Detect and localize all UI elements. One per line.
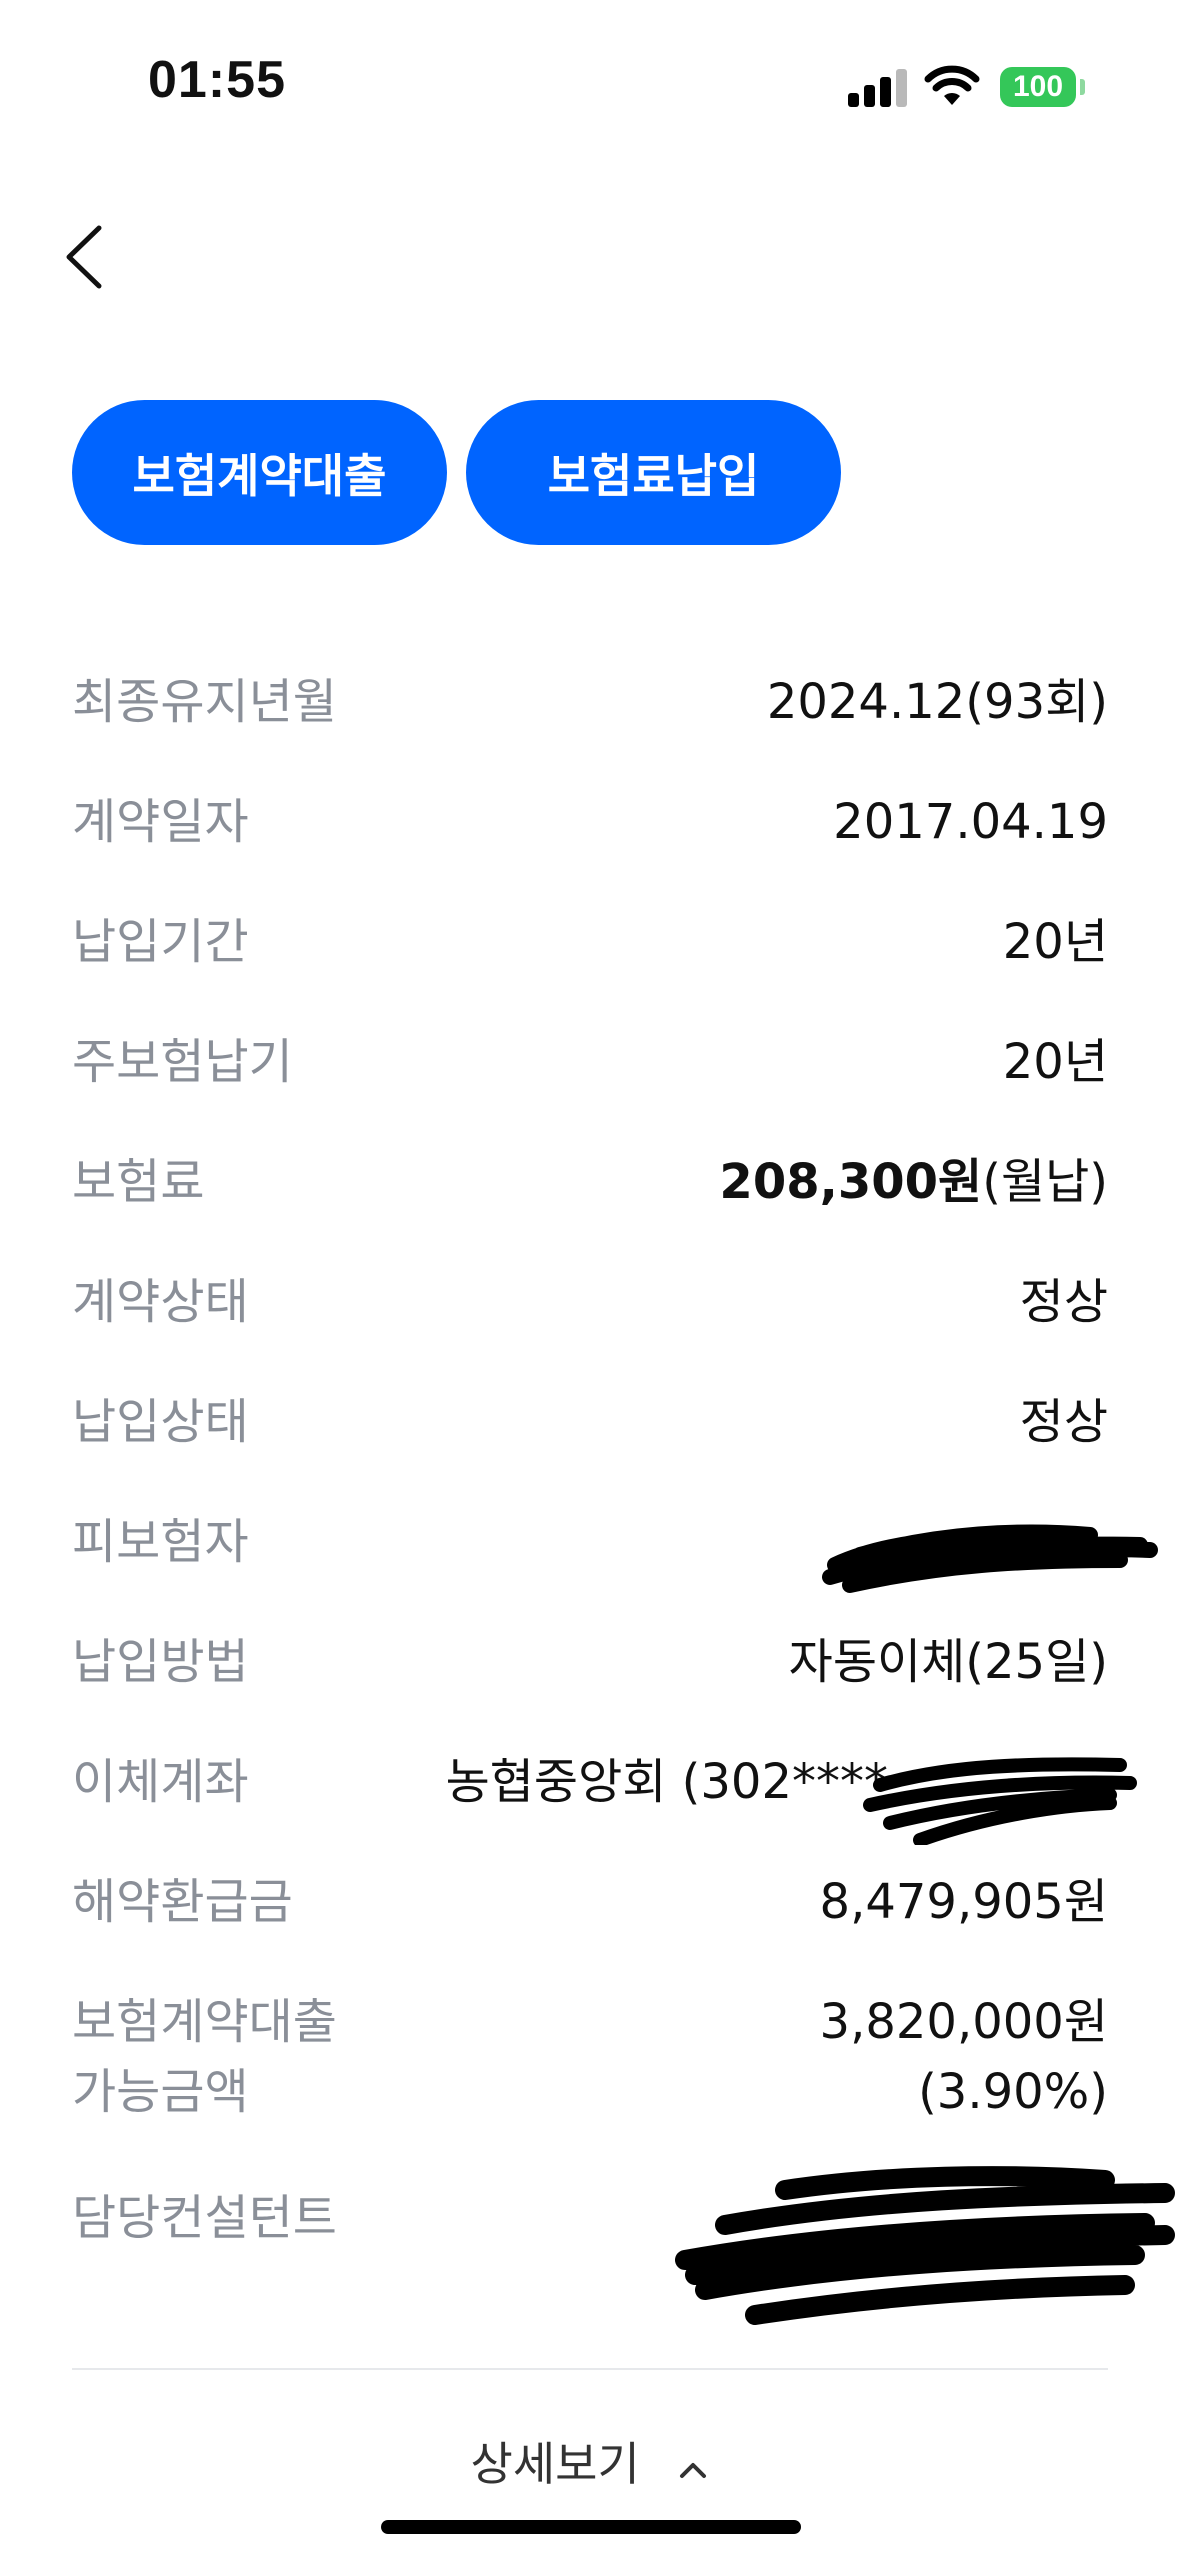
detail-toggle-button[interactable]: 상세보기 (0, 2428, 1179, 2494)
payment-method-label: 납입방법 (72, 1634, 249, 1690)
loan-available-label-line2: 가능금액 (72, 2064, 249, 2120)
transfer-account-label: 이체계좌 (72, 1754, 249, 1810)
premium-cycle: (월납) (982, 1154, 1108, 1210)
battery-icon: 100 (1000, 67, 1076, 107)
last-maintained-label: 최종유지년월 (72, 674, 337, 730)
premium-amount: 208,300원 (719, 1154, 983, 1210)
payment-period-label: 납입기간 (72, 914, 249, 970)
consultant-label: 담당컨설턴트 (72, 2190, 337, 2246)
status-time: 01:55 (148, 51, 286, 109)
contract-date-value: 2017.04.19 (833, 794, 1108, 850)
insured-label: 피보험자 (72, 1514, 249, 1570)
main-insurance-term-value: 20년 (1002, 1034, 1108, 1090)
loan-available-amount: 3,820,000원 (819, 1994, 1108, 2050)
surrender-value-amount: 8,479,905원 (819, 1874, 1108, 1930)
battery-nub (1080, 79, 1085, 95)
screen: 01:55 100 보험계약대출 보험료납입 최종유지년월 2024.12(93… (0, 0, 1179, 2556)
contract-date-label: 계약일자 (72, 794, 249, 850)
row-loan-available: 보험계약대출 가능금액 3,820,000원 (3.90%) (72, 1987, 1108, 2127)
premium-payment-button[interactable]: 보험료납입 (466, 400, 841, 545)
section-divider (72, 2368, 1108, 2370)
detail-toggle-label: 상세보기 (470, 2437, 640, 2491)
redaction-scribble (863, 1757, 1137, 1845)
premium-label: 보험료 (72, 1154, 205, 1210)
chevron-up-icon (680, 2463, 707, 2478)
loan-available-rate: (3.90%) (918, 2064, 1108, 2120)
payment-status-label: 납입상태 (72, 1394, 249, 1450)
premium-value: 208,300원(월납) (719, 1147, 1108, 1217)
transfer-account-value: 농협중앙회 (302**** (445, 1754, 888, 1810)
payment-period-value: 20년 (1002, 914, 1108, 970)
main-insurance-term-label: 주보험납기 (72, 1034, 293, 1090)
wifi-icon (924, 65, 980, 105)
payment-method-value: 자동이체(25일) (788, 1634, 1108, 1690)
payment-status-value: 정상 (1019, 1394, 1108, 1450)
cellular-signal-icon (848, 67, 910, 107)
last-maintained-value: 2024.12(93회) (766, 674, 1108, 730)
redaction-scribble (675, 2166, 1175, 2325)
back-arrow-icon[interactable] (55, 222, 115, 292)
loan-available-label-line1: 보험계약대출 (72, 1994, 337, 2050)
home-indicator (381, 2520, 801, 2534)
contract-status-value: 정상 (1019, 1274, 1108, 1330)
insurance-loan-button[interactable]: 보험계약대출 (72, 400, 447, 545)
surrender-value-label: 해약환급금 (72, 1874, 293, 1930)
redaction-scribble (822, 1524, 1158, 1593)
contract-status-label: 계약상태 (72, 1274, 249, 1330)
